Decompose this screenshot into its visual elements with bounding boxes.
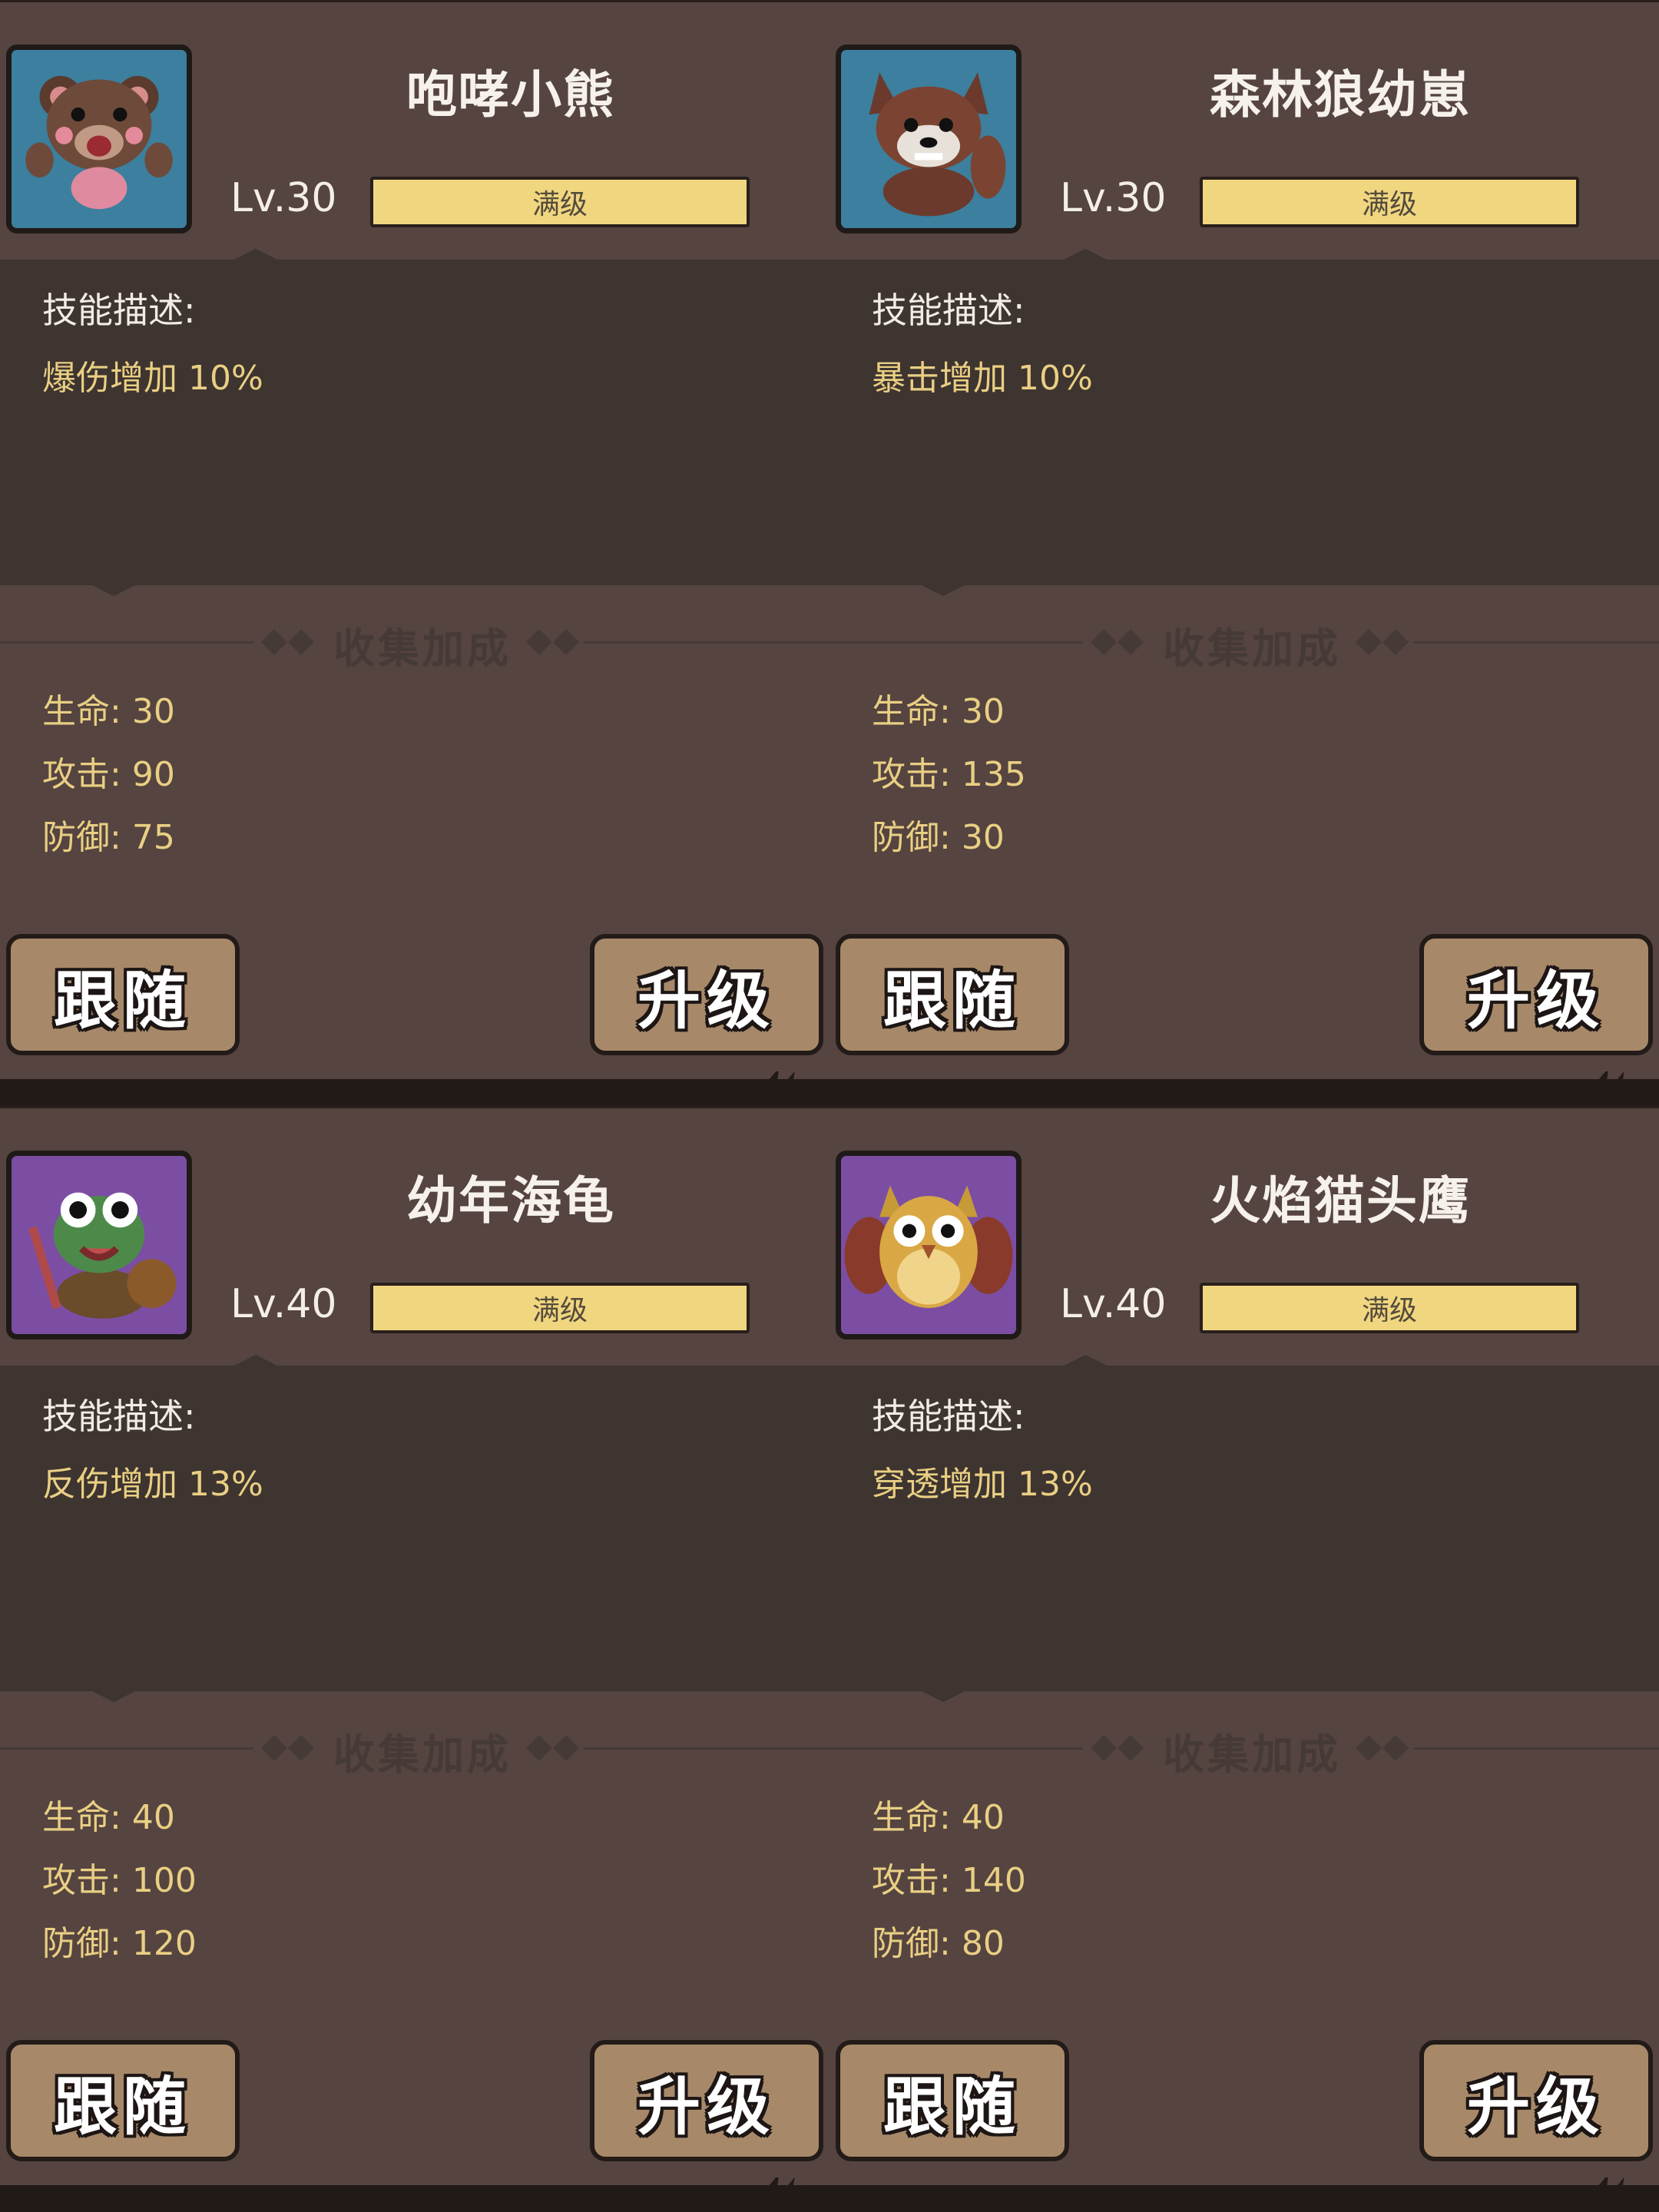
skill-description: 穿透增加 13% [872, 1465, 1093, 1504]
pet-level: Lv.30 [230, 175, 337, 221]
level-progress-bar: 满级 [1200, 177, 1579, 227]
pet-name: 咆哮小熊 [406, 65, 615, 124]
card-footer [830, 1079, 1659, 1106]
stat-attack: 攻击: 90 [42, 755, 175, 794]
collection-bonus-title: 收集加成 [333, 624, 512, 673]
skill-description: 暴击增加 10% [872, 359, 1093, 398]
collection-bonus-title: 收集加成 [1163, 624, 1341, 673]
collection-bonus-title: 收集加成 [1163, 1730, 1341, 1779]
stat-attack: 攻击: 135 [872, 755, 1026, 794]
pet-level: Lv.40 [230, 1281, 337, 1327]
stat-hp: 生命: 30 [872, 692, 1005, 731]
skill-description: 爆伤增加 10% [42, 359, 263, 398]
scratch-decoration [750, 2177, 805, 2208]
skill-panel: 技能描述: 暴击增加 10% [830, 249, 1659, 596]
skill-title: 技能描述: [42, 290, 196, 331]
pet-name: 森林狼幼崽 [1210, 65, 1471, 124]
pet-avatar[interactable] [836, 45, 1022, 233]
follow-button[interactable]: 跟随 [6, 934, 240, 1055]
pet-avatar[interactable] [6, 1151, 192, 1339]
stat-defense: 防御: 75 [42, 818, 175, 857]
divider-line [0, 1106, 830, 1108]
stat-hp: 生命: 40 [872, 1798, 1005, 1837]
upgrade-button[interactable]: 升级 [1419, 2040, 1653, 2161]
pet-level: Lv.30 [1060, 175, 1167, 221]
skill-panel: 技能描述: 反伤增加 13% [0, 1355, 830, 1702]
upgrade-button[interactable]: 升级 [1419, 934, 1653, 1055]
skill-panel: 技能描述: 穿透增加 13% [830, 1355, 1659, 1702]
pet-name: 幼年海龟 [406, 1171, 615, 1230]
stat-hp: 生命: 40 [42, 1798, 175, 1837]
collection-bonus-divider: 收集加成 [0, 1720, 830, 1779]
divider-line [0, 0, 830, 2]
turtle-icon [28, 1192, 177, 1319]
card-footer [0, 1079, 830, 1106]
upgrade-button[interactable]: 升级 [590, 2040, 823, 2161]
stat-defense: 防御: 80 [872, 1924, 1005, 1963]
level-progress-bar: 满级 [370, 177, 750, 227]
scratch-decoration [1580, 1071, 1634, 1102]
divider-line [830, 1106, 1659, 1108]
max-level-label: 满级 [531, 189, 588, 220]
skill-title: 技能描述: [872, 1396, 1025, 1437]
max-level-label: 满级 [1361, 189, 1417, 220]
level-progress-bar: 满级 [1200, 1283, 1579, 1333]
pet-card-owl: 火焰猫头鹰 Lv.40 满级 技能描述: 穿透增加 13% 收集加成 生命: 4… [830, 1106, 1659, 2212]
pet-card-wolf: 森林狼幼崽 Lv.30 满级 技能描述: 暴击增加 10% 收集加成 生命: 3… [830, 0, 1659, 1106]
skill-panel: 技能描述: 爆伤增加 10% [0, 249, 830, 596]
pet-card-turtle: 幼年海龟 Lv.40 满级 技能描述: 反伤增加 13% 收集加成 生命: 40… [0, 1106, 830, 2212]
skill-title: 技能描述: [42, 1396, 196, 1437]
scratch-decoration [750, 1071, 805, 1102]
follow-button[interactable]: 跟随 [6, 2040, 240, 2161]
pet-level: Lv.40 [1060, 1281, 1167, 1327]
max-level-label: 满级 [531, 1295, 588, 1326]
card-footer [0, 2185, 830, 2212]
level-progress-bar: 满级 [370, 1283, 750, 1333]
stat-attack: 攻击: 100 [42, 1861, 197, 1900]
stat-defense: 防御: 120 [42, 1924, 197, 1963]
divider-line [830, 0, 1659, 2]
stat-defense: 防御: 30 [872, 818, 1005, 857]
stat-attack: 攻击: 140 [872, 1861, 1026, 1900]
collection-bonus-divider: 收集加成 [830, 1720, 1659, 1779]
pet-avatar[interactable] [836, 1151, 1022, 1339]
stat-hp: 生命: 30 [42, 692, 175, 731]
collection-bonus-divider: 收集加成 [830, 614, 1659, 673]
scratch-decoration [1580, 2177, 1634, 2208]
owl-icon [844, 1185, 1013, 1309]
wolf-icon [869, 72, 1006, 217]
skill-title: 技能描述: [872, 290, 1025, 331]
pet-card-bear: 咆哮小熊 Lv.30 满级 技能描述: 爆伤增加 10% 收集加成 生命: 30… [0, 0, 830, 1106]
follow-button[interactable]: 跟随 [836, 2040, 1069, 2161]
skill-description: 反伤增加 13% [42, 1465, 263, 1504]
pet-avatar[interactable] [6, 45, 192, 233]
max-level-label: 满级 [1361, 1295, 1417, 1326]
card-footer [830, 2185, 1659, 2212]
upgrade-button[interactable]: 升级 [590, 934, 823, 1055]
pet-name: 火焰猫头鹰 [1210, 1171, 1471, 1230]
collection-bonus-title: 收集加成 [333, 1730, 512, 1779]
follow-button[interactable]: 跟随 [836, 934, 1069, 1055]
bear-icon [25, 75, 173, 210]
collection-bonus-divider: 收集加成 [0, 614, 830, 673]
